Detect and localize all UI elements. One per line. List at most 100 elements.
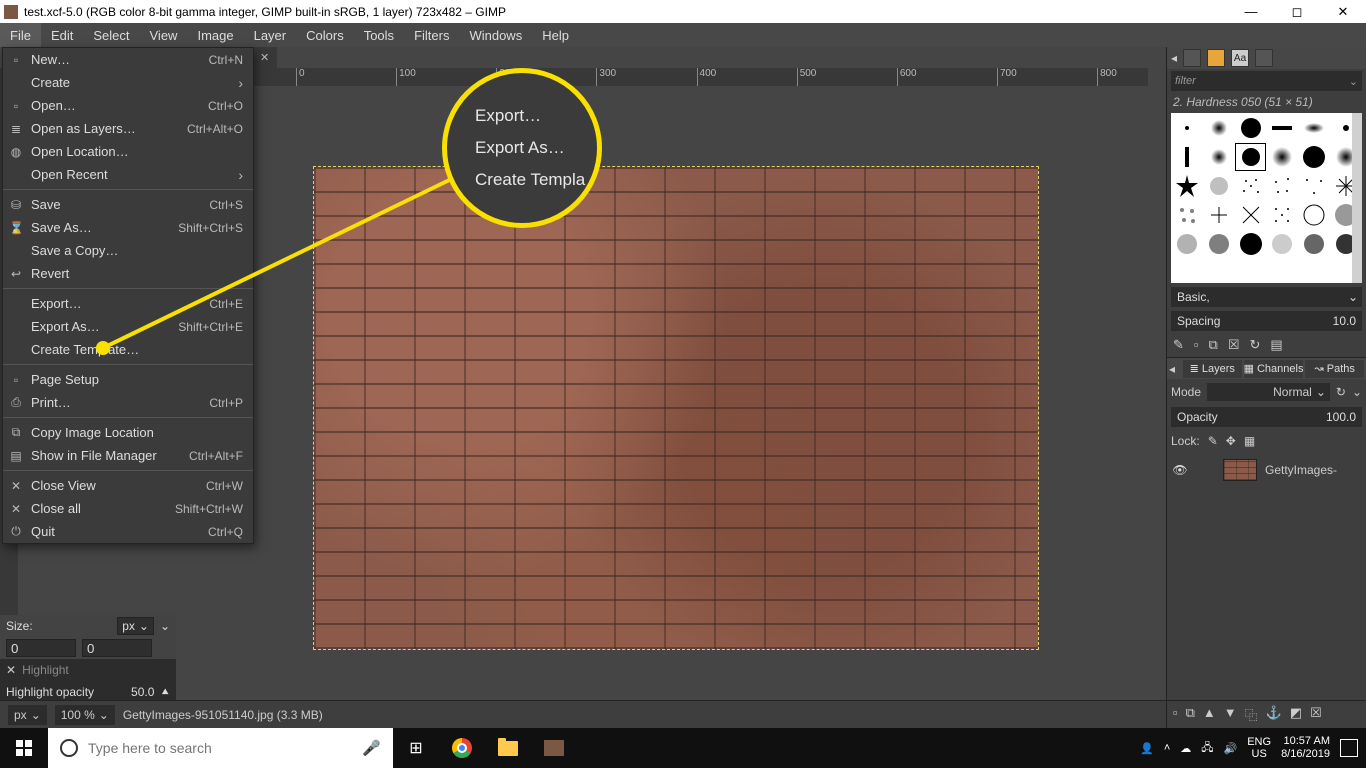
network-icon[interactable]: 🖧: [1201, 739, 1213, 758]
brush-preset[interactable]: [1267, 230, 1298, 258]
file-menu-item[interactable]: ⧉Copy Image Location: [3, 421, 253, 444]
size-unit-select[interactable]: px⌄: [117, 617, 154, 635]
brush-preset[interactable]: [1204, 172, 1235, 200]
new-group-icon[interactable]: ⧉: [1186, 705, 1195, 724]
close-icon[interactable]: ✕: [6, 663, 16, 677]
tab-paths[interactable]: ↝Paths: [1305, 360, 1364, 378]
brush-preset[interactable]: [1299, 143, 1330, 171]
brush-preset[interactable]: [1330, 230, 1361, 258]
menu-file[interactable]: File: [0, 23, 41, 47]
patterns-tab[interactable]: [1207, 49, 1225, 67]
menu-help[interactable]: Help: [532, 23, 579, 47]
brush-preset[interactable]: [1204, 230, 1235, 258]
visibility-icon[interactable]: 👁: [1171, 463, 1189, 477]
brush-preset[interactable]: [1330, 201, 1361, 229]
menu-select[interactable]: Select: [83, 23, 139, 47]
onedrive-icon[interactable]: ☁: [1180, 742, 1191, 755]
file-explorer-icon[interactable]: [485, 728, 531, 768]
window-close-button[interactable]: ✕: [1320, 0, 1366, 23]
brush-filter-input[interactable]: filter ⌄: [1171, 71, 1362, 91]
delete-brush-icon[interactable]: ☒: [1228, 337, 1240, 353]
close-icon[interactable]: ✕: [260, 51, 269, 64]
tab-layers[interactable]: ≣Layers: [1183, 360, 1242, 378]
file-menu-item[interactable]: Export As…Shift+Ctrl+E: [3, 315, 253, 338]
brush-preset[interactable]: [1267, 201, 1298, 229]
menu-tools[interactable]: Tools: [354, 23, 404, 47]
brush-preset[interactable]: [1204, 201, 1235, 229]
file-menu-item[interactable]: ⌛Save As…Shift+Ctrl+S: [3, 216, 253, 239]
brush-preset[interactable]: [1204, 143, 1235, 171]
opacity-field[interactable]: Opacity 100.0: [1171, 407, 1362, 427]
raise-layer-icon[interactable]: ▲: [1203, 705, 1216, 724]
brush-preset[interactable]: [1299, 114, 1330, 142]
unit-select[interactable]: px⌄: [8, 705, 47, 725]
taskbar-clock[interactable]: 10:57 AM8/16/2019: [1281, 735, 1330, 761]
menu-colors[interactable]: Colors: [296, 23, 354, 47]
brush-preset[interactable]: [1172, 201, 1203, 229]
image-canvas[interactable]: [314, 167, 1038, 649]
edit-brush-icon[interactable]: ✎: [1173, 337, 1184, 353]
menu-view[interactable]: View: [140, 23, 188, 47]
brush-preset[interactable]: [1172, 114, 1203, 142]
blend-mode-select[interactable]: Normal⌄: [1207, 383, 1330, 401]
file-menu-item[interactable]: ▫New…Ctrl+N: [3, 48, 253, 71]
zoom-select[interactable]: 100 %⌄: [55, 705, 115, 725]
file-menu-item[interactable]: Save a Copy…: [3, 239, 253, 262]
file-menu-item[interactable]: ▤Show in File ManagerCtrl+Alt+F: [3, 444, 253, 467]
file-menu-item[interactable]: ↩Revert: [3, 262, 253, 285]
layer-row[interactable]: 👁 GettyImages-: [1171, 457, 1362, 483]
file-menu-item[interactable]: ≣Open as Layers…Ctrl+Alt+O: [3, 117, 253, 140]
file-menu-item[interactable]: ⏻QuitCtrl+Q: [3, 520, 253, 543]
mask-icon[interactable]: ◩: [1290, 705, 1302, 724]
spacing-field[interactable]: Spacing 10.0: [1171, 311, 1362, 331]
task-view-icon[interactable]: ⊞: [393, 728, 439, 768]
taskbar-search[interactable]: 🎤: [48, 728, 393, 768]
file-menu-item[interactable]: ⛁SaveCtrl+S: [3, 193, 253, 216]
document-tab[interactable]: ✕: [252, 47, 277, 68]
file-menu-item[interactable]: Create Template…: [3, 338, 253, 361]
gimp-taskbar-icon[interactable]: [531, 728, 577, 768]
file-menu-item[interactable]: Export…Ctrl+E: [3, 292, 253, 315]
brush-preset[interactable]: [1299, 172, 1330, 200]
duplicate-layer-icon[interactable]: ⿻: [1245, 705, 1258, 724]
brush-preset[interactable]: [1235, 201, 1266, 229]
menu-layer[interactable]: Layer: [244, 23, 297, 47]
brush-preset[interactable]: [1299, 201, 1330, 229]
new-brush-icon[interactable]: ▫: [1194, 337, 1199, 353]
duplicate-brush-icon[interactable]: ⧉: [1209, 337, 1218, 353]
chevron-down-icon[interactable]: ⌄: [1349, 75, 1358, 88]
brush-preset[interactable]: [1235, 172, 1266, 200]
menu-filters[interactable]: Filters: [404, 23, 459, 47]
brush-preset[interactable]: [1235, 230, 1266, 258]
menu-edit[interactable]: Edit: [41, 23, 83, 47]
window-maximize-button[interactable]: ◻: [1274, 0, 1320, 23]
file-menu-item[interactable]: Open Recent›: [3, 163, 253, 186]
lock-pixels-icon[interactable]: ✎: [1208, 434, 1218, 448]
lower-layer-icon[interactable]: ▼: [1224, 705, 1237, 724]
microphone-icon[interactable]: 🎤: [362, 739, 381, 757]
action-center-icon[interactable]: [1340, 739, 1358, 757]
chevron-down-icon[interactable]: ⌄: [160, 619, 170, 633]
lock-alpha-icon[interactable]: ▦: [1244, 434, 1255, 448]
layer-name[interactable]: GettyImages-: [1265, 463, 1337, 477]
fonts-tab[interactable]: Aa: [1231, 49, 1249, 67]
brush-preset[interactable]: [1267, 143, 1298, 171]
refresh-brush-icon[interactable]: ↻: [1249, 337, 1260, 353]
brush-preset[interactable]: [1235, 114, 1266, 142]
brush-preset[interactable]: [1330, 114, 1361, 142]
people-icon[interactable]: 👤: [1140, 742, 1154, 755]
volume-icon[interactable]: 🔊: [1224, 742, 1238, 755]
brush-preset[interactable]: [1204, 114, 1235, 142]
file-menu-item[interactable]: ⎙Print…Ctrl+P: [3, 391, 253, 414]
merge-down-icon[interactable]: ⚓: [1266, 705, 1282, 724]
brush-preset-select[interactable]: Basic, ⌄: [1171, 287, 1362, 307]
chevron-down-icon[interactable]: ⌄: [1352, 385, 1362, 399]
brush-preset[interactable]: [1172, 143, 1203, 171]
file-menu-item[interactable]: ▫Open…Ctrl+O: [3, 94, 253, 117]
file-menu-item[interactable]: ✕Close allShift+Ctrl+W: [3, 497, 253, 520]
brush-preset[interactable]: [1299, 230, 1330, 258]
delete-layer-icon[interactable]: ☒: [1310, 705, 1322, 724]
brush-preset[interactable]: [1172, 172, 1203, 200]
file-menu-item[interactable]: ▫Page Setup: [3, 368, 253, 391]
file-menu-item[interactable]: ✕Close ViewCtrl+W: [3, 474, 253, 497]
